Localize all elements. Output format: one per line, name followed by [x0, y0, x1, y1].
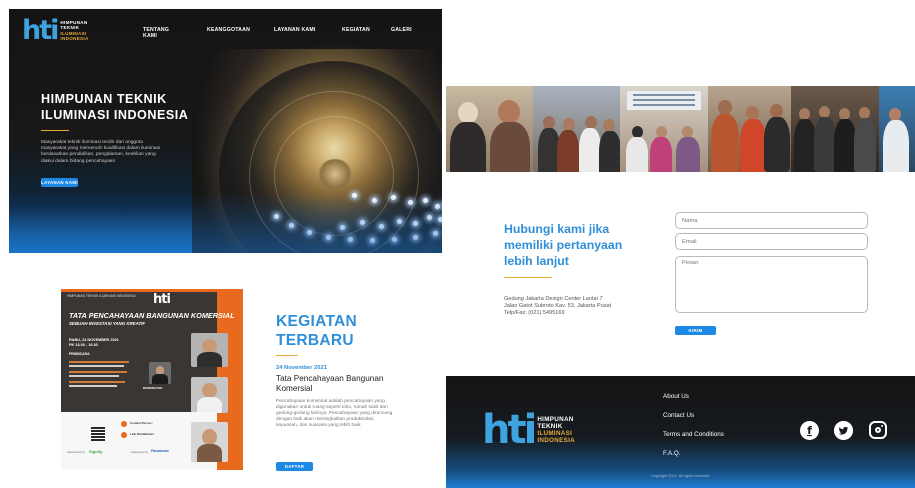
panasonic-logo: Panasonic: [151, 449, 169, 453]
hero-description: Masyarakat teknik iluminasi terdiri dari…: [41, 140, 161, 164]
qr-code: [91, 427, 105, 441]
logo-line: INDONESIA: [537, 437, 575, 445]
speaker-photo: [191, 377, 228, 413]
poster-date: RABU, 24 NOVEMBER 2021 PK 13.00 - 16.30: [69, 338, 129, 348]
address-line: Telp/Fax: (021) 5495169: [504, 309, 565, 316]
copyright-text: Copyright 2021. All rights reserved: [651, 474, 710, 478]
poster-subtitle: SEBUAH INVESTASI YANG KREATIF: [69, 321, 146, 326]
event-date: 24 November 2021: [276, 365, 327, 371]
chandelier-image: [317, 159, 353, 189]
contact-title: Hubungi kami jika memiliki pertanyaan le…: [504, 222, 623, 268]
message-field[interactable]: [675, 256, 868, 313]
nav-keanggotaan[interactable]: KEANGGOTAAN: [207, 27, 267, 33]
logo-text: HIMPUNAN TEKNIK ILUMINASI INDONESIA: [60, 20, 88, 41]
poster-top-bar: [61, 289, 243, 292]
gallery-photo-strip: [446, 86, 915, 172]
footer-link-about-us[interactable]: About Us: [663, 393, 724, 412]
footer-link-faq[interactable]: F.A.Q.: [663, 450, 724, 469]
logo-line: INDONESIA: [60, 35, 89, 41]
poster-speaker-list: [69, 359, 139, 387]
link-icon: [121, 432, 127, 438]
hero-blue-fade: [9, 193, 442, 253]
instagram-dot: [881, 424, 883, 427]
twitter-icon[interactable]: [834, 421, 853, 440]
poster-header: HIMPUNAN TEKNIK ILUMINASI INDONESIA: [67, 294, 136, 298]
gallery-photo[interactable]: [879, 86, 915, 172]
logo-mark: hti: [22, 15, 59, 46]
poster-logo: hti: [153, 292, 171, 307]
instagram-icon[interactable]: [869, 421, 887, 439]
daftar-button[interactable]: DAFTAR: [276, 462, 313, 471]
site-logo[interactable]: hti HIMPUNAN TEKNIK ILUMINASI INDONESIA: [22, 17, 89, 44]
poster-supported-label: Supported by: [131, 450, 149, 454]
logo-text: HIMPUNAN TEKNIK ILUMINASI INDONESIA: [537, 416, 575, 444]
top-navbar: hti HIMPUNAN TEKNIK ILUMINASI INDONESIA …: [9, 9, 442, 49]
name-field[interactable]: [675, 212, 868, 229]
moderator-photo: [149, 362, 171, 384]
gallery-photo[interactable]: [446, 86, 533, 172]
hero-divider: [41, 130, 69, 131]
gallery-photo[interactable]: [620, 86, 708, 172]
poster-registration-label: Link Pendaftaran :: [130, 432, 156, 436]
event-poster[interactable]: HIMPUNAN TEKNIK ILUMINASI INDONESIA hti …: [61, 289, 243, 470]
footer-logo[interactable]: hti HIMPUNAN TEKNIK ILUMINASI INDONESIA: [482, 410, 575, 450]
poster-speakers-label: PEMBICARA: [69, 352, 90, 356]
nav-galeri[interactable]: GALERI: [391, 27, 431, 33]
nav-tentang-kami[interactable]: TENTANG KAMI: [143, 27, 169, 39]
event-description: Pencahayaan komersial adalah pencahayaan…: [276, 399, 393, 428]
gallery-photo[interactable]: [533, 86, 620, 172]
instagram-lens: [874, 426, 881, 433]
gallery-photo[interactable]: [791, 86, 879, 172]
site-footer: hti HIMPUNAN TEKNIK ILUMINASI INDONESIA …: [446, 376, 915, 488]
email-field[interactable]: [675, 233, 868, 250]
address-line: Jalan Gatot Subroto Kav. 53, Jakarta Pus…: [504, 302, 612, 309]
logo-mark: hti: [482, 407, 537, 453]
logo-line: ILUMINASI: [537, 430, 573, 437]
poster-moderator-label: MODERATOR: [143, 386, 163, 390]
poster-time-line: PK 13.00 - 16.30: [69, 343, 98, 347]
gallery-photo[interactable]: [708, 86, 791, 172]
layanan-kami-button[interactable]: LAYANAN KAMI: [41, 178, 78, 187]
hero-title: HIMPUNAN TEKNIK ILUMINASI INDONESIA: [41, 92, 189, 122]
event-divider: [276, 355, 298, 356]
footer-link-terms[interactable]: Terms and Conditions: [663, 431, 724, 450]
speaker-photo: [191, 422, 228, 462]
phone-icon: [121, 421, 127, 427]
event-section-title-text: KEGIATAN TERBARU: [276, 313, 358, 349]
signify-logo: Signify: [89, 449, 103, 454]
footer-links: About Us Contact Us Terms and Conditions…: [663, 393, 724, 469]
poster-contact-label: Contact Person :: [130, 421, 154, 425]
poster-title: TATA PENCAHAYAAN BANGUNAN KOMERSIAL: [69, 311, 235, 320]
nav-kegiatan[interactable]: KEGIATAN: [342, 27, 382, 33]
speaker-photo: [191, 333, 228, 367]
facebook-icon[interactable]: f: [800, 421, 819, 440]
event-name: Tata Pencahayaan Bangunan Komersial: [276, 374, 384, 393]
poster-sponsor-label: Sponsored by: [67, 450, 85, 454]
address-line: Gedung Jakarta Design Center Lantai 7: [504, 296, 603, 302]
event-section-title: KEGIATAN TERBARU: [276, 313, 368, 350]
twitter-bird-icon: [834, 421, 853, 440]
footer-link-contact-us[interactable]: Contact Us: [663, 412, 724, 431]
logo-line: TEKNIK: [537, 422, 563, 430]
contact-divider: [504, 277, 552, 278]
logo-line: HIMPUNAN: [537, 415, 574, 423]
nav-layanan-kami[interactable]: LAYANAN KAMI: [274, 27, 334, 33]
hero-section: hti HIMPUNAN TEKNIK ILUMINASI INDONESIA …: [9, 9, 442, 253]
contact-address: Gedung Jakarta Design Center Lantai 7 Ja…: [504, 296, 644, 316]
send-button[interactable]: KIRIM: [675, 326, 716, 335]
